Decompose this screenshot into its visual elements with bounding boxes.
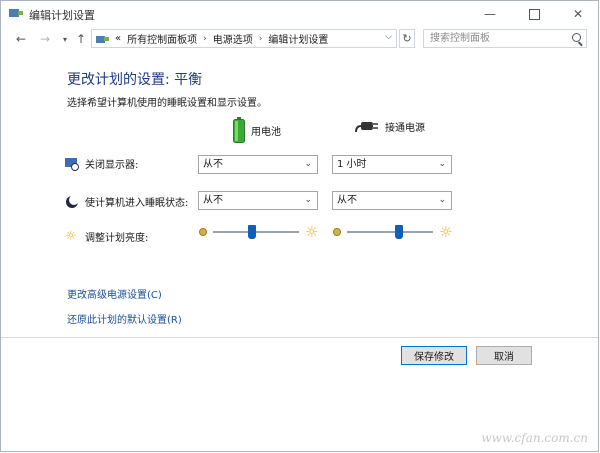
- column-plugged-in: 接通电源: [355, 117, 425, 135]
- display-plugged-select[interactable]: 1 小时 ⌄: [332, 155, 452, 174]
- column-battery-label: 用电池: [251, 126, 281, 138]
- brightness-plugged-slider[interactable]: ☼: [333, 223, 455, 241]
- search-placeholder: 搜索控制面板: [430, 33, 490, 44]
- address-overflow-chevrons[interactable]: «: [115, 33, 121, 44]
- breadcrumb-edit-plan-settings[interactable]: 编辑计划设置: [268, 31, 328, 46]
- brightness-battery-slider[interactable]: ☼: [199, 223, 321, 241]
- battery-icon: [233, 117, 245, 143]
- sun-icon: ☼: [65, 228, 77, 244]
- refresh-button[interactable]: ↻: [399, 29, 415, 48]
- maximize-icon: [528, 8, 540, 20]
- minimize-button[interactable]: —: [468, 1, 512, 27]
- advanced-power-settings-link[interactable]: 更改高级电源设置(C): [67, 286, 162, 301]
- breadcrumb-separator-icon[interactable]: ›: [203, 34, 207, 44]
- address-dropdown-icon[interactable]: ⌵: [385, 32, 392, 42]
- column-plugged-in-label: 接通电源: [385, 122, 425, 134]
- watermark: www.cfan.com.cn: [481, 431, 588, 445]
- display-plugged-value: 1 小时: [337, 159, 367, 170]
- page-heading: 更改计划的设置: 平衡: [67, 72, 203, 88]
- maximize-button[interactable]: [512, 1, 556, 27]
- power-options-icon: [9, 9, 23, 17]
- dim-sun-icon: [199, 228, 207, 236]
- edit-plan-settings-window: 编辑计划设置 — ✕ ← → ▾ ↑ « 所有控制面板项 › 电源选项 › 编辑…: [0, 0, 599, 452]
- footer-divider: [1, 337, 598, 338]
- chevron-down-icon: ⌄: [438, 159, 446, 169]
- back-button[interactable]: ←: [13, 31, 29, 47]
- recent-locations-button[interactable]: ▾: [57, 31, 73, 47]
- slider-track[interactable]: [213, 231, 299, 233]
- chevron-down-icon: ⌄: [438, 195, 446, 205]
- close-button[interactable]: ✕: [556, 1, 600, 27]
- address-bar[interactable]: « 所有控制面板项 › 电源选项 › 编辑计划设置 ⌵: [91, 29, 397, 48]
- display-battery-select[interactable]: 从不 ⌄: [198, 155, 318, 174]
- forward-button[interactable]: →: [37, 31, 53, 47]
- chevron-down-icon: ⌄: [304, 159, 312, 169]
- title-bar: 编辑计划设置 — ✕: [1, 1, 598, 27]
- cancel-button[interactable]: 取消: [476, 346, 532, 365]
- turn-off-display-row-label: 关闭显示器:: [65, 156, 138, 171]
- power-plug-icon: [355, 122, 378, 133]
- chevron-down-icon: ▾: [62, 34, 67, 44]
- moon-icon: [66, 194, 79, 208]
- sleep-row-label: 使计算机进入睡眠状态:: [65, 194, 188, 209]
- up-arrow-icon: ↑: [75, 32, 87, 46]
- dim-sun-icon: [333, 228, 341, 236]
- sleep-label: 使计算机进入睡眠状态:: [85, 198, 189, 209]
- address-row: ← → ▾ ↑ « 所有控制面板项 › 电源选项 › 编辑计划设置 ⌵ ↻ 搜索…: [1, 27, 598, 53]
- slider-track[interactable]: [347, 231, 433, 233]
- brightness-row-label: ☼ 调整计划亮度:: [65, 229, 148, 244]
- breadcrumb-power-options[interactable]: 电源选项: [213, 31, 253, 46]
- monitor-clock-icon: [65, 157, 79, 171]
- chevron-down-icon: ⌄: [304, 195, 312, 205]
- sleep-battery-select[interactable]: 从不 ⌄: [198, 191, 318, 210]
- window-title: 编辑计划设置: [29, 9, 95, 22]
- restore-defaults-link[interactable]: 还原此计划的默认设置(R): [67, 311, 182, 326]
- minimize-icon: —: [484, 7, 496, 21]
- bright-sun-icon: ☼: [439, 223, 453, 241]
- sleep-battery-value: 从不: [203, 195, 223, 206]
- turn-off-display-label: 关闭显示器:: [85, 160, 139, 171]
- slider-thumb[interactable]: [394, 225, 403, 239]
- refresh-icon: ↻: [402, 32, 412, 45]
- bright-sun-icon: ☼: [305, 223, 319, 241]
- page-description: 选择希望计算机使用的睡眠设置和显示设置。: [67, 98, 267, 109]
- search-input[interactable]: 搜索控制面板: [423, 29, 587, 48]
- close-icon: ✕: [572, 7, 584, 21]
- breadcrumb-separator-icon[interactable]: ›: [259, 34, 263, 44]
- forward-arrow-icon: →: [39, 32, 51, 46]
- breadcrumb-all-control-panel-items[interactable]: 所有控制面板项: [127, 31, 197, 46]
- up-button[interactable]: ↑: [73, 31, 89, 47]
- save-changes-button[interactable]: 保存修改: [401, 346, 467, 365]
- back-arrow-icon: ←: [15, 32, 27, 46]
- control-panel-icon: [96, 35, 109, 43]
- display-battery-value: 从不: [203, 159, 223, 170]
- column-battery: 用电池: [233, 117, 281, 143]
- slider-thumb[interactable]: [247, 225, 256, 239]
- sleep-plugged-select[interactable]: 从不 ⌄: [332, 191, 452, 210]
- sleep-plugged-value: 从不: [337, 195, 357, 206]
- brightness-label: 调整计划亮度:: [85, 233, 149, 244]
- search-icon[interactable]: [572, 33, 581, 42]
